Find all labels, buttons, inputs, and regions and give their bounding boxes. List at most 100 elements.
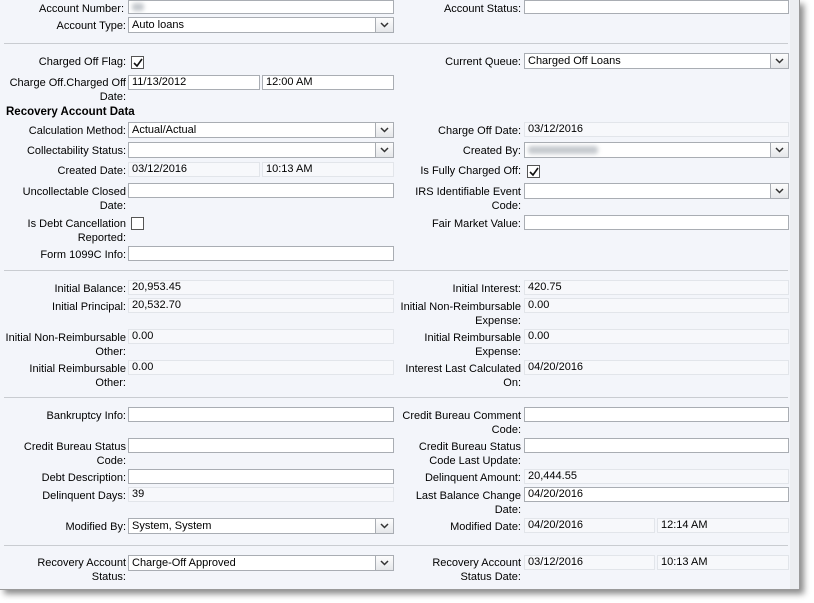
- modified-by-select[interactable]: System, System: [128, 518, 394, 534]
- account-type-select[interactable]: Auto loans: [128, 17, 394, 33]
- initial-nonreimb-other-value: 0.00: [128, 329, 394, 344]
- charged-off-date-field[interactable]: 11/13/2012: [128, 75, 260, 90]
- credit-bureau-status-update-label: Credit Bureau Status Code Last Update:: [418, 441, 521, 467]
- interest-last-calculated-value: 04/20/2016: [524, 360, 789, 375]
- modified-date-label: Modified Date:: [450, 521, 521, 533]
- chevron-down-icon[interactable]: [770, 143, 788, 157]
- chevron-down-icon[interactable]: [375, 18, 393, 32]
- charged-off-flag-checkbox[interactable]: [131, 56, 144, 69]
- separator: [4, 397, 788, 398]
- check-icon: [133, 58, 143, 68]
- chevron-down-icon[interactable]: [770, 184, 788, 198]
- recovery-status-value: Charge-Off Approved: [132, 557, 236, 569]
- is-fully-charged-off-checkbox[interactable]: [527, 165, 540, 178]
- chevron-down-icon[interactable]: [375, 519, 393, 533]
- initial-principal-value: 20,532.70: [128, 298, 394, 313]
- collectability-status-select[interactable]: [128, 142, 394, 158]
- last-balance-change-field[interactable]: 04/20/2016: [524, 487, 789, 502]
- chevron-down-icon[interactable]: [375, 143, 393, 157]
- uncollectable-closed-date-label: Uncollectable Closed Date:: [22, 186, 126, 212]
- debt-description-label: Debt Description:: [41, 472, 126, 484]
- account-number-field[interactable]: [128, 0, 394, 14]
- form-1099c-label: Form 1099C Info:: [40, 249, 126, 261]
- initial-reimb-expense-label: Initial Reimbursable Expense:: [424, 332, 521, 358]
- debt-description-field[interactable]: [128, 469, 394, 484]
- recovery-account-form: Account Number: Account Status: Account …: [0, 0, 800, 590]
- bankruptcy-info-label: Bankruptcy Info:: [46, 410, 127, 422]
- account-type-label: Account Type:: [56, 20, 126, 32]
- recovery-status-date-label: Recovery Account Status Date:: [432, 557, 521, 583]
- charged-off-flag-label: Charged Off Flag:: [38, 56, 126, 68]
- recovery-status-date-value: 03/12/2016: [524, 555, 655, 570]
- separator: [4, 43, 788, 44]
- delinquent-days-value: 39: [128, 487, 394, 502]
- charged-off-date-label: Charge Off.Charged Off Date:: [9, 77, 126, 103]
- created-by-label: Created By:: [462, 145, 521, 157]
- initial-interest-value: 420.75: [524, 280, 789, 295]
- created-by-redacted: [528, 146, 598, 154]
- recovery-section-title: Recovery Account Data: [6, 106, 135, 118]
- current-queue-label: Current Queue:: [445, 56, 521, 68]
- initial-reimb-other-value: 0.00: [128, 360, 394, 375]
- credit-bureau-status-update-field[interactable]: [524, 438, 789, 453]
- calculation-method-label: Calculation Method:: [28, 125, 126, 137]
- interest-last-calculated-label: Interest Last Calculated On:: [405, 363, 521, 389]
- charge-off-date-label: Charge Off Date:: [438, 125, 521, 137]
- account-type-value: Auto loans: [132, 19, 184, 31]
- calculation-method-value: Actual/Actual: [132, 124, 197, 136]
- recovery-status-select[interactable]: Charge-Off Approved: [128, 555, 394, 571]
- account-status-label: Account Status:: [443, 3, 521, 15]
- irs-event-code-select[interactable]: [524, 183, 789, 199]
- account-number-redacted: [132, 3, 144, 11]
- separator: [4, 545, 788, 546]
- recovery-status-label: Recovery Account Status:: [37, 557, 126, 583]
- credit-bureau-comment-field[interactable]: [524, 407, 789, 422]
- fair-market-value-field[interactable]: [524, 215, 789, 230]
- initial-interest-label: Initial Interest:: [452, 283, 521, 295]
- initial-reimb-expense-value: 0.00: [524, 329, 789, 344]
- bankruptcy-info-field[interactable]: [128, 407, 394, 422]
- modified-by-value: System, System: [132, 520, 212, 532]
- initial-nonreimb-expense-label: Initial Non-Reimbursable Expense:: [400, 301, 521, 327]
- account-number-label: Account Number:: [39, 3, 124, 15]
- check-icon: [529, 167, 539, 177]
- delinquent-amount-value: 20,444.55: [524, 469, 789, 484]
- credit-bureau-status-field[interactable]: [128, 438, 394, 453]
- chevron-down-icon[interactable]: [375, 123, 393, 137]
- charged-off-time-field[interactable]: 12:00 AM: [262, 75, 394, 90]
- modified-by-label: Modified By:: [65, 521, 126, 533]
- chevron-down-icon[interactable]: [375, 556, 393, 570]
- is-fully-charged-off-label: Is Fully Charged Off:: [420, 165, 521, 177]
- modified-date-value: 04/20/2016: [524, 518, 655, 533]
- uncollectable-closed-date-field[interactable]: [128, 183, 394, 198]
- initial-balance-label: Initial Balance:: [54, 283, 126, 295]
- separator: [4, 270, 788, 271]
- recovery-status-time-value: 10:13 AM: [657, 555, 789, 570]
- calculation-method-select[interactable]: Actual/Actual: [128, 122, 394, 138]
- created-date-value: 03/12/2016: [128, 162, 260, 177]
- debt-cancellation-checkbox[interactable]: [131, 217, 144, 230]
- charge-off-date-value: 03/12/2016: [524, 122, 789, 137]
- account-status-field[interactable]: [524, 0, 789, 14]
- credit-bureau-comment-label: Credit Bureau Comment Code:: [402, 410, 521, 436]
- initial-nonreimb-expense-value: 0.00: [524, 298, 789, 313]
- last-balance-change-label: Last Balance Change Date:: [415, 490, 521, 516]
- current-queue-select[interactable]: Charged Off Loans: [524, 53, 789, 69]
- fair-market-value-label: Fair Market Value:: [431, 218, 521, 230]
- delinquent-days-label: Delinquent Days:: [42, 490, 126, 502]
- delinquent-amount-label: Delinquent Amount:: [424, 472, 521, 484]
- created-by-select[interactable]: [524, 142, 789, 158]
- created-date-label: Created Date:: [57, 165, 126, 177]
- current-queue-value: Charged Off Loans: [528, 55, 621, 67]
- initial-reimb-other-label: Initial Reimbursable Other:: [29, 363, 126, 389]
- form-1099c-field[interactable]: [128, 246, 394, 261]
- credit-bureau-status-label: Credit Bureau Status Code:: [23, 441, 126, 467]
- irs-event-code-label: IRS Identifiable Event Code:: [415, 186, 521, 212]
- created-time-value: 10:13 AM: [262, 162, 394, 177]
- initial-principal-label: Initial Principal:: [52, 301, 126, 313]
- chevron-down-icon[interactable]: [770, 54, 788, 68]
- debt-cancellation-label: Is Debt Cancellation Reported:: [27, 218, 126, 244]
- collectability-status-label: Collectability Status:: [26, 145, 126, 157]
- modified-time-value: 12:14 AM: [657, 518, 789, 533]
- scrollbar-track[interactable]: [790, 0, 799, 589]
